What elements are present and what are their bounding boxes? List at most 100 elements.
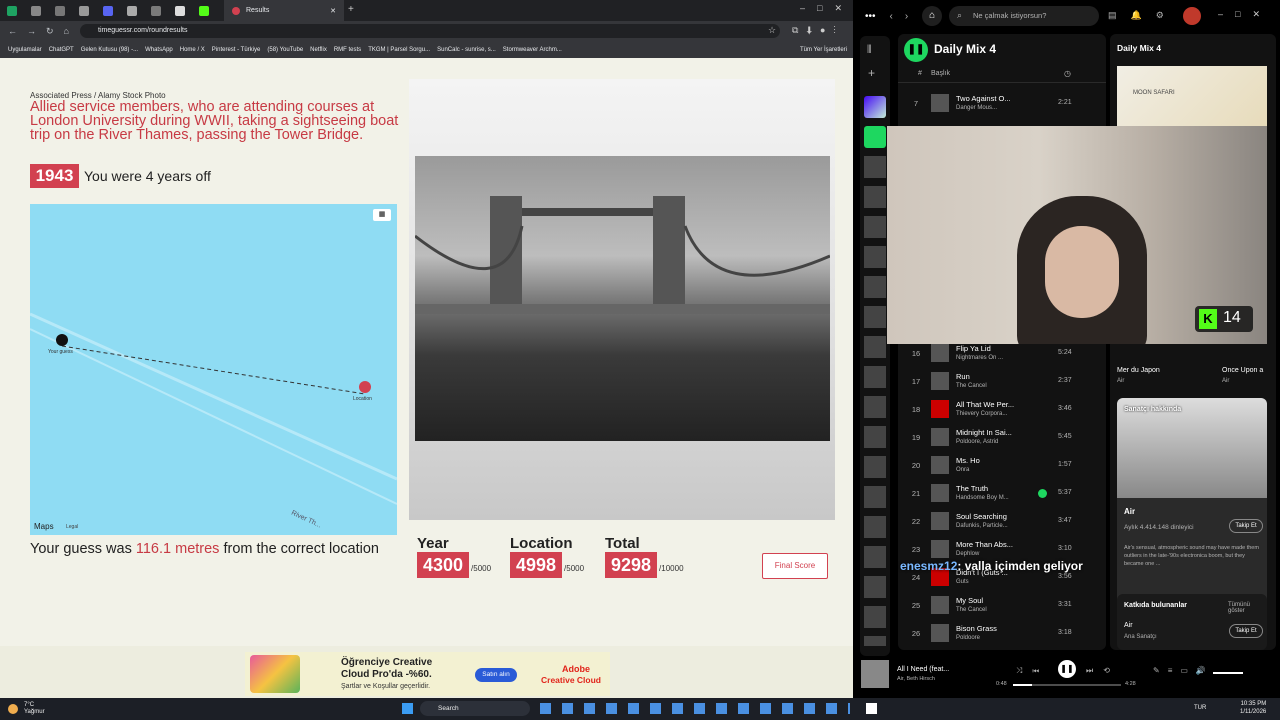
- track-duration: 3:46: [1058, 405, 1072, 412]
- final-score-button[interactable]: Final Score: [762, 553, 828, 579]
- progress-track[interactable]: [1013, 684, 1121, 686]
- sheets-tab-icon[interactable]: [7, 5, 17, 16]
- bookmark-item-all[interactable]: Tüm Yer İşaretleri: [800, 47, 847, 53]
- track-row[interactable]: 21 The Truth Handsome Boy M... 5:37: [898, 480, 1106, 508]
- next-repeat-icons[interactable]: ⏭⟲: [1086, 666, 1120, 676]
- playlist-pause-button[interactable]: ❚❚: [904, 38, 928, 62]
- home-icon[interactable]: ⌂: [922, 6, 943, 26]
- shuffle-prev-icons[interactable]: ⤨⏮: [1016, 666, 1049, 676]
- x-tab-icon[interactable]: [31, 5, 41, 16]
- library-item-list[interactable]: [864, 156, 886, 646]
- generic-tab-icon[interactable]: [127, 5, 137, 16]
- track-row[interactable]: 22 Soul Searching Dafunkis, Particle... 3…: [898, 508, 1106, 536]
- bookmark-item[interactable]: Stormweaver Archm...: [503, 47, 562, 53]
- taskbar-app-icon-last[interactable]: [866, 703, 877, 714]
- track-artist: Danger Mous...: [956, 105, 998, 111]
- github-tab-icon[interactable]: [79, 5, 89, 16]
- location-pin[interactable]: [359, 381, 371, 393]
- back-icon[interactable]: ←: [8, 26, 17, 36]
- add-icon[interactable]: +: [868, 66, 875, 80]
- start-icon[interactable]: [402, 703, 413, 714]
- score-year-max: /5000: [471, 564, 492, 573]
- track-row[interactable]: 7 Two Against O... Danger Mous... 2:21: [898, 90, 1106, 118]
- forward-icon[interactable]: ›: [905, 11, 908, 22]
- spotify-library-sidebar: ⫴ +: [860, 36, 890, 656]
- saved-check-icon[interactable]: [1038, 489, 1047, 498]
- guess-pin[interactable]: [56, 334, 68, 346]
- track-row[interactable]: 25 My Soul The Cancel 3:31: [898, 592, 1106, 620]
- track-row[interactable]: 20 Ms. Ho Onra 1:57: [898, 452, 1106, 480]
- generic-tab-icon-2[interactable]: [151, 5, 161, 16]
- forward-icon[interactable]: →: [27, 26, 36, 36]
- spotify-top-icons[interactable]: ▤🔔⚙: [1108, 10, 1178, 21]
- bookmark-item[interactable]: Pinterest - Türkiye: [212, 47, 261, 53]
- window-controls[interactable]: –□✕: [800, 3, 854, 14]
- tab-results[interactable]: Results ✕: [224, 0, 344, 21]
- bookmark-item[interactable]: WhatsApp: [145, 47, 173, 53]
- url-input[interactable]: timeguessr.com/roundresults: [80, 24, 780, 38]
- artist-about-card[interactable]: Sanatçı hakkında Air Aylık 4.414.148 din…: [1117, 398, 1267, 606]
- now-playing-thumb[interactable]: [861, 660, 889, 688]
- back-icon[interactable]: ‹: [890, 11, 893, 22]
- library-icon[interactable]: ⫴: [867, 44, 872, 57]
- track-row[interactable]: 17 Run The Cancel 2:37: [898, 368, 1106, 396]
- menu-dots-icon[interactable]: •••: [865, 11, 876, 22]
- track-row[interactable]: 26 Bison Grass Poldoore 3:18: [898, 620, 1106, 648]
- new-tab-icon[interactable]: +: [348, 4, 354, 15]
- score-location: Location 4998/5000: [510, 535, 584, 578]
- spotify-search-input[interactable]: Ne çalmak istiyorsun?: [949, 6, 1099, 26]
- bookmark-item[interactable]: Uygulamalar: [8, 47, 42, 53]
- library-item-thumb[interactable]: [864, 126, 886, 148]
- artist-listeners: Aylık 4.414.148 dinleyici: [1124, 524, 1194, 531]
- volume-slider[interactable]: [1213, 672, 1243, 674]
- avatar[interactable]: [1183, 7, 1201, 25]
- credits-show-all[interactable]: Tümünü göster: [1228, 602, 1267, 614]
- follow-button[interactable]: Takip Et: [1229, 519, 1263, 533]
- ad-buy-button[interactable]: Satın alın: [475, 668, 517, 682]
- track-row[interactable]: 16 Flip Ya Lid Nightmares On ... 5:24: [898, 340, 1106, 368]
- player-extra-icons[interactable]: ✎≡▭🔊: [1153, 666, 1214, 675]
- clock[interactable]: 10:35 PM 1/11/2026: [1240, 700, 1266, 716]
- reload-icon[interactable]: ↻: [46, 26, 54, 37]
- maps-legal-link[interactable]: Legal: [66, 524, 78, 530]
- result-map[interactable]: Your guess Location River Th... Maps Leg…: [30, 204, 397, 535]
- taskbar-search-input[interactable]: Search: [420, 701, 530, 716]
- kick-tab-icon[interactable]: [199, 5, 209, 16]
- liked-songs-icon[interactable]: [864, 96, 886, 118]
- playlist-title: Daily Mix 4: [934, 42, 997, 56]
- weather-icon[interactable]: [8, 704, 18, 714]
- map-type-icon[interactable]: ▦: [373, 209, 391, 221]
- spotify-window-controls[interactable]: –□✕: [1218, 9, 1272, 20]
- bookmark-item[interactable]: ChatGPT: [49, 47, 74, 53]
- track-row[interactable]: 19 Midnight In Sai... Poldoore, Astrid 5:…: [898, 424, 1106, 452]
- weather-widget[interactable]: 7°C Yağmur: [24, 702, 45, 716]
- now-playing-title[interactable]: All I Need (feat...: [897, 666, 949, 673]
- bookmark-item[interactable]: Home / X: [180, 47, 205, 53]
- track-row[interactable]: 18 All That We Per... Thievery Corpora...…: [898, 396, 1106, 424]
- credit-name[interactable]: Air: [1124, 622, 1133, 629]
- bookmark-item[interactable]: TKGM | Parsel Sorgu...: [368, 47, 430, 53]
- bookmark-item[interactable]: Netflix: [310, 47, 327, 53]
- keyboard-language[interactable]: TUR: [1194, 705, 1206, 711]
- card-title-2[interactable]: Once Upon a: [1222, 367, 1263, 374]
- chatgpt-tab-icon[interactable]: [55, 5, 65, 16]
- bookmark-item[interactable]: (58) YouTube: [267, 47, 303, 53]
- card-title[interactable]: Mer du Japon: [1117, 367, 1160, 374]
- google-tab-icon[interactable]: [175, 5, 185, 16]
- track-title: My Soul: [956, 596, 984, 605]
- extension-icons[interactable]: ⧉⬇●⋮: [792, 25, 844, 36]
- home-icon[interactable]: ⌂: [64, 26, 69, 36]
- bookmark-item[interactable]: RMF tests: [334, 47, 361, 53]
- adobe-ad-banner[interactable]: Öğrenciye Creative Cloud Pro'da -%60. Şa…: [245, 652, 610, 696]
- credits-card: Katkıda bulunanlar Tümünü göster Air Ana…: [1117, 594, 1267, 650]
- discord-tab-icon[interactable]: [103, 5, 113, 16]
- taskbar-app-icons[interactable]: [540, 703, 850, 714]
- bookmark-item[interactable]: SunCalc - sunrise, s...: [437, 47, 496, 53]
- bookmark-star-icon[interactable]: ☆: [768, 25, 776, 36]
- play-pause-button[interactable]: ❚❚: [1058, 660, 1076, 678]
- credit-follow-button[interactable]: Takip Et: [1229, 624, 1263, 638]
- bookmark-item[interactable]: Gelen Kutusu (98) -...: [81, 47, 138, 53]
- now-playing-artist[interactable]: Air, Beth Hirsch: [897, 676, 935, 682]
- close-tab-icon[interactable]: ✕: [330, 7, 336, 15]
- clock-icon: ◷: [1064, 69, 1071, 78]
